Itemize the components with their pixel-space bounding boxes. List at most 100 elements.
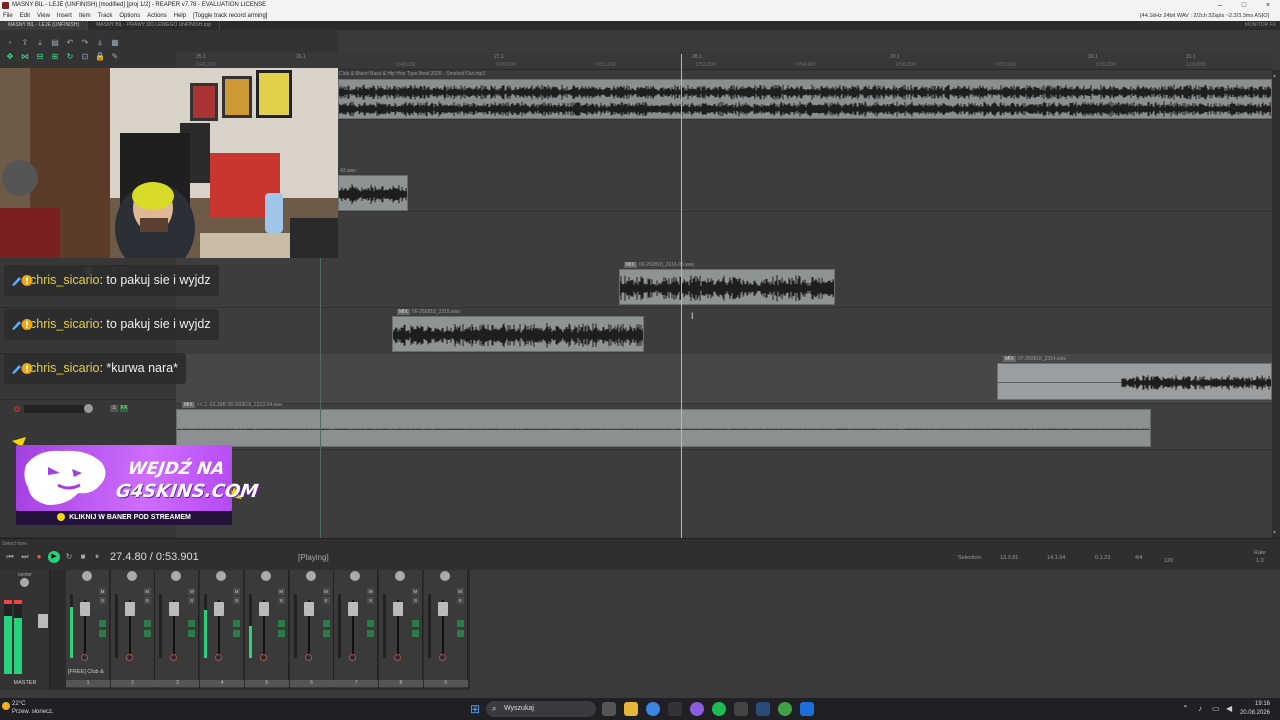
loop-icon[interactable]: ↻ bbox=[64, 52, 76, 62]
ripple-edit-icon[interactable]: ✥ bbox=[4, 52, 16, 62]
record-arm-button[interactable] bbox=[14, 406, 20, 412]
discord-icon[interactable] bbox=[690, 702, 704, 716]
monitor-fx-button[interactable]: MONITOR FX bbox=[1245, 21, 1276, 30]
solo-button[interactable]: S bbox=[233, 597, 241, 604]
tray-chevron-icon[interactable]: ⌃ bbox=[1182, 704, 1189, 713]
scroll-up-icon[interactable]: ▴ bbox=[1273, 72, 1276, 79]
trim-icon[interactable]: ⊟ bbox=[34, 52, 46, 62]
track-name-field[interactable] bbox=[24, 405, 84, 413]
group-icon[interactable]: ⊡ bbox=[79, 52, 91, 62]
mute-button[interactable]: M bbox=[411, 588, 419, 595]
metronome-icon[interactable]: ⍋ bbox=[94, 38, 106, 48]
menu-file[interactable]: File bbox=[3, 11, 13, 21]
fx-slot[interactable] bbox=[456, 630, 464, 637]
fx-button[interactable] bbox=[277, 620, 285, 627]
fx-button[interactable] bbox=[233, 620, 241, 627]
repeat-icon[interactable]: ↻ bbox=[64, 552, 74, 561]
menu-edit[interactable]: Edit bbox=[20, 11, 30, 21]
pan-knob[interactable] bbox=[126, 571, 137, 581]
tempo-value[interactable]: 120 bbox=[1164, 558, 1173, 564]
open-project-icon[interactable]: ⇪ bbox=[19, 38, 31, 48]
record-arm-button[interactable] bbox=[259, 654, 267, 661]
audio-item-vox3[interactable] bbox=[392, 316, 644, 352]
project-settings-icon[interactable]: ▤ bbox=[49, 38, 61, 48]
selection-end[interactable]: 14.1.04 bbox=[1047, 555, 1065, 561]
audio-item-vox1[interactable] bbox=[338, 175, 408, 211]
pan-knob[interactable] bbox=[394, 571, 405, 581]
timeline-ruler[interactable]: 25.1 26.1 27.1 28.1 29.1 30.1 31.1 0:46.… bbox=[176, 52, 1272, 70]
new-project-icon[interactable]: ▫ bbox=[4, 38, 16, 48]
fx-button[interactable] bbox=[367, 620, 375, 627]
mixer-channel-strip[interactable]: M S 3 bbox=[155, 570, 200, 688]
mute-button[interactable]: M bbox=[143, 588, 151, 595]
pan-knob[interactable] bbox=[350, 571, 361, 581]
mixer-channel-strip[interactable]: M S 4 bbox=[200, 570, 245, 688]
fx-slot[interactable] bbox=[99, 630, 106, 637]
record-icon[interactable]: ● bbox=[34, 552, 44, 561]
volume-fader[interactable] bbox=[348, 602, 359, 616]
go-to-start-icon[interactable]: ⏮ bbox=[5, 552, 15, 562]
promo-banner[interactable]: WEJDŹ NA G4SKINS.COM KLIKNIJ W BANER POD… bbox=[8, 437, 260, 533]
menu-actions[interactable]: Actions bbox=[147, 11, 167, 21]
mute-button[interactable]: M bbox=[277, 588, 285, 595]
mute-button[interactable]: M bbox=[99, 588, 106, 595]
rate-value[interactable]: 1.0 bbox=[1256, 558, 1264, 564]
fx-slot[interactable] bbox=[188, 630, 196, 637]
mixer-channel-strip[interactable]: M S 9 bbox=[423, 570, 468, 688]
clock[interactable]: 19:16 20.08.2026 bbox=[1240, 700, 1270, 718]
pan-knob[interactable] bbox=[305, 571, 316, 581]
volume-knob[interactable] bbox=[84, 404, 93, 413]
solo-button[interactable]: S bbox=[456, 597, 464, 604]
menu-insert[interactable]: Insert bbox=[57, 11, 72, 21]
time-signature[interactable]: 4/4 bbox=[1135, 555, 1143, 561]
volume-fader[interactable] bbox=[437, 602, 448, 616]
mixer-channel-strip[interactable]: M S 5 bbox=[244, 570, 289, 688]
playhead-cursor[interactable] bbox=[681, 54, 682, 538]
fx-slot[interactable] bbox=[411, 630, 419, 637]
solo-button[interactable]: S bbox=[188, 597, 196, 604]
volume-fader[interactable] bbox=[303, 602, 314, 616]
solo-button[interactable]: S bbox=[322, 597, 330, 604]
audio-item-vox2[interactable] bbox=[619, 269, 835, 305]
fx-slot[interactable] bbox=[322, 630, 330, 637]
volume-fader[interactable] bbox=[169, 602, 180, 616]
solo-button[interactable]: S bbox=[367, 597, 375, 604]
envelope-icon[interactable]: ✎ bbox=[109, 52, 121, 62]
fx-button[interactable] bbox=[411, 620, 419, 627]
solo-button[interactable]: S bbox=[277, 597, 285, 604]
mute-button[interactable]: M bbox=[367, 588, 375, 595]
stop-icon[interactable]: ■ bbox=[78, 552, 88, 561]
record-arm-button[interactable] bbox=[438, 654, 446, 661]
taskbar-search[interactable]: ⌕ Wyszukaj bbox=[486, 701, 596, 717]
fx-button[interactable] bbox=[99, 620, 106, 627]
pan-knob[interactable] bbox=[260, 571, 271, 581]
fx-slot[interactable] bbox=[233, 630, 241, 637]
master-pan-knob[interactable] bbox=[20, 578, 29, 587]
menu-item[interactable]: Item bbox=[79, 11, 91, 21]
fx-button[interactable]: FX bbox=[120, 405, 128, 412]
vertical-scrollbar[interactable]: ▴ ▾ bbox=[1272, 70, 1280, 538]
volume-fader[interactable] bbox=[214, 602, 225, 616]
mixer-channel-strip[interactable]: M S 2 bbox=[110, 570, 155, 688]
fx-slot[interactable] bbox=[367, 630, 375, 637]
fx-slot[interactable] bbox=[143, 630, 151, 637]
fx-slot[interactable] bbox=[277, 630, 285, 637]
menu-help[interactable]: Help bbox=[174, 11, 186, 21]
selection-length[interactable]: 0.1.23 bbox=[1095, 555, 1110, 561]
go-to-end-icon[interactable]: ⏭ bbox=[20, 552, 30, 562]
project-tab-1[interactable]: MASNY BIL - LEJE (UNFINISH) bbox=[0, 21, 89, 30]
mute-button[interactable]: S bbox=[110, 405, 118, 412]
record-arm-button[interactable] bbox=[393, 654, 401, 661]
volume-fader[interactable] bbox=[392, 602, 403, 616]
save-project-icon[interactable]: ⤓ bbox=[34, 38, 46, 48]
mixer-channel-strip[interactable]: M S 7 bbox=[334, 570, 379, 688]
audio-item-beat[interactable] bbox=[338, 79, 1272, 119]
audio-item-vox5[interactable] bbox=[176, 409, 1151, 447]
record-arm-button[interactable] bbox=[215, 654, 223, 661]
fx-button[interactable] bbox=[143, 620, 151, 627]
record-arm-button[interactable] bbox=[170, 654, 178, 661]
mixer-channel-strip[interactable]: M S [FREE] Club & 1 bbox=[66, 570, 110, 688]
mute-button[interactable]: M bbox=[456, 588, 464, 595]
reaper-taskbar-icon[interactable] bbox=[800, 702, 814, 716]
chrome-icon[interactable] bbox=[646, 702, 660, 716]
